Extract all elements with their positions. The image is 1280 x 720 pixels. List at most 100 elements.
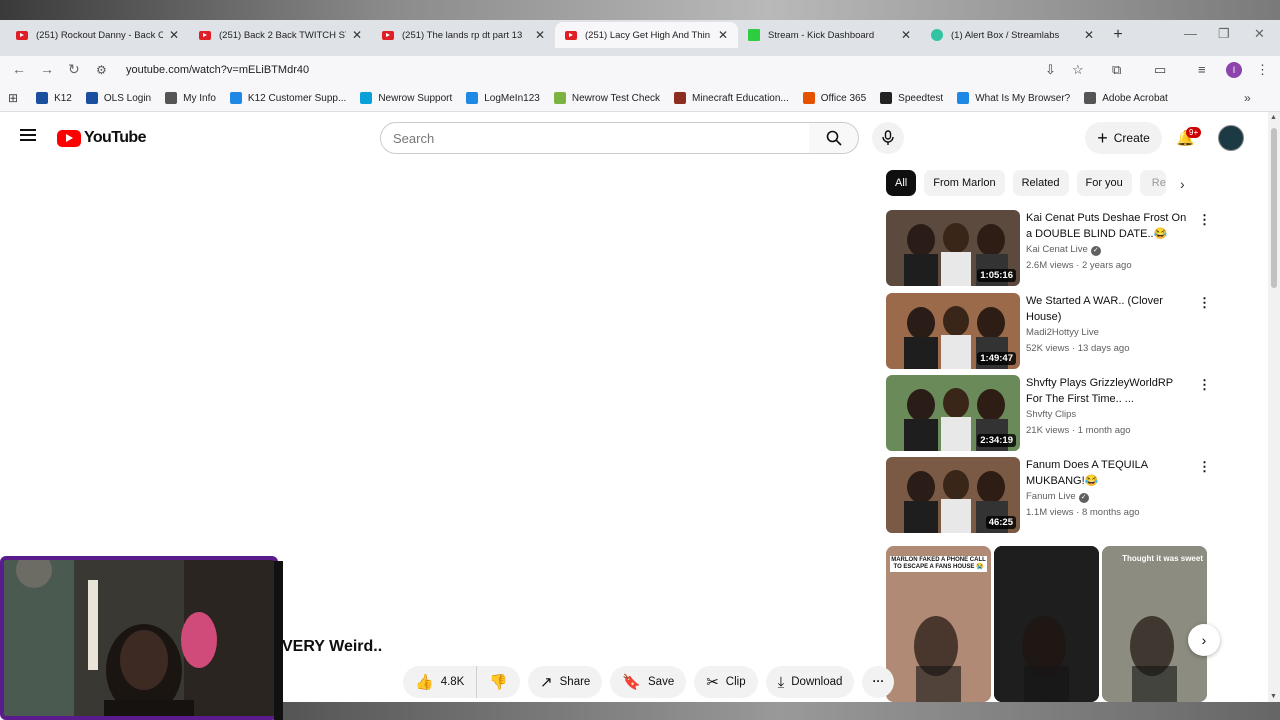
video-thumbnail[interactable]: 1:49:47 xyxy=(886,293,1020,369)
video-title-link[interactable]: Fanum Does A TEQUILA MUKBANG!😂 xyxy=(1026,457,1192,489)
channel-name[interactable]: Madi2Hottyy Live xyxy=(1026,327,1099,338)
tab-1[interactable]: (251) Back 2 Back TWITCH ST ✕ xyxy=(189,22,372,48)
url-text: youtube.com/watch?v=mELiBTMdr40 xyxy=(126,64,310,76)
tab-2[interactable]: (251) The lands rp dt part 13 ✕ xyxy=(372,22,555,48)
recommended-video[interactable]: 46:25 Fanum Does A TEQUILA MUKBANG!😂 Fanum… xyxy=(886,457,1211,533)
tab-4[interactable]: Stream - Kick Dashboard ✕ xyxy=(738,22,921,48)
filter-chip[interactable]: All xyxy=(886,170,917,196)
share-button[interactable]: ↗ Share xyxy=(528,666,603,698)
scroll-down-arrow-icon[interactable]: ▼ xyxy=(1270,693,1277,700)
download-label: Download xyxy=(791,676,843,688)
tab-close-icon[interactable]: ✕ xyxy=(169,28,179,42)
scrollbar-thumb[interactable] xyxy=(1271,128,1277,288)
video-thumbnail[interactable]: 1:05:16 xyxy=(886,210,1020,286)
bookmark-item[interactable]: K12 xyxy=(36,92,72,104)
scissors-icon: ✂ xyxy=(706,674,719,691)
recommended-video[interactable]: 2:34:19 Shvfty Plays GrizzleyWorldRP For … xyxy=(886,375,1211,451)
voice-search-button[interactable] xyxy=(872,122,904,154)
youtube-header: YouTube Search + Create 🔔 9+ xyxy=(0,112,1268,164)
search-button[interactable] xyxy=(809,122,859,154)
search-placeholder: Search xyxy=(393,130,435,146)
back-icon[interactable]: ← xyxy=(12,61,26,77)
bookmark-item[interactable]: Speedtest xyxy=(880,92,943,104)
profile-avatar[interactable]: I xyxy=(1226,62,1242,78)
extensions-icon[interactable]: ⧉ xyxy=(1112,62,1121,78)
youtube-logo[interactable]: YouTube xyxy=(57,129,146,147)
bookmark-item[interactable]: Newrow Test Check xyxy=(553,92,660,104)
channel-name[interactable]: Shvfty Clips xyxy=(1026,409,1076,420)
page-scrollbar[interactable]: ▲ ▼ xyxy=(1268,112,1280,702)
save-button[interactable]: 🔖 Save xyxy=(610,666,687,698)
reload-icon[interactable]: ↻ xyxy=(68,61,80,78)
bookmark-item[interactable]: LogMeIn123 xyxy=(466,92,540,104)
tab-5[interactable]: (1) Alert Box / Streamlabs ✕ xyxy=(921,22,1104,48)
search-icon xyxy=(826,130,842,146)
filter-chip[interactable]: Related xyxy=(1012,170,1069,196)
bookmark-star-icon[interactable]: ☆ xyxy=(1072,62,1084,78)
more-actions-button[interactable]: ··· xyxy=(862,666,895,698)
video-meta: 52K views · 13 days ago xyxy=(1026,343,1130,354)
filter-chip[interactable]: From Marlon xyxy=(924,170,1005,196)
bookmarks-overflow-icon[interactable]: » xyxy=(1244,91,1251,105)
bookmark-item[interactable]: My Info xyxy=(165,92,216,104)
video-meta: 1.1M views · 8 months ago xyxy=(1026,507,1140,518)
bookmark-item[interactable]: Minecraft Education... xyxy=(674,92,789,104)
apps-grid-icon[interactable]: ⊞ xyxy=(8,91,18,105)
new-tab-icon[interactable]: + xyxy=(1104,22,1132,48)
chips-next-chevron-icon[interactable]: › xyxy=(1180,176,1185,192)
video-thumbnail[interactable]: 2:34:19 xyxy=(886,375,1020,451)
download-button[interactable]: ⤓ Download xyxy=(765,666,855,698)
video-title-link[interactable]: Kai Cenat Puts Deshae Frost On a DOUBLE … xyxy=(1026,210,1192,242)
dislike-button[interactable]: 👎 xyxy=(477,666,521,698)
recommended-video[interactable]: 1:05:16 Kai Cenat Puts Deshae Frost On a … xyxy=(886,210,1211,286)
more-options-icon[interactable]: ⋮ xyxy=(1198,295,1211,311)
close-window-icon[interactable]: ✕ xyxy=(1254,26,1265,42)
browser-menu-icon[interactable]: ⋮ xyxy=(1256,62,1269,78)
video-thumbnail[interactable]: 46:25 xyxy=(886,457,1020,533)
bookmark-item[interactable]: Office 365 xyxy=(802,92,866,104)
media-controls-icon[interactable]: ≡ xyxy=(1198,62,1206,77)
bookmark-item[interactable]: What Is My Browser? xyxy=(957,92,1070,104)
tab-close-icon[interactable]: ✕ xyxy=(535,28,545,42)
like-button[interactable]: 👍 4.8K xyxy=(403,666,478,698)
recommended-video[interactable]: 1:49:47 We Started A WAR.. (Clover House)… xyxy=(886,293,1211,369)
tab-close-icon[interactable]: ✕ xyxy=(901,28,911,42)
tab-0[interactable]: (251) Rockout Danny - Back C ✕ xyxy=(6,22,189,48)
channel-name[interactable]: Kai Cenat Live xyxy=(1026,244,1088,255)
shorts-next-button[interactable]: › xyxy=(1188,624,1220,656)
short-card[interactable]: Thought it was sweet xyxy=(1102,546,1207,702)
search-input[interactable]: Search xyxy=(380,122,810,154)
forward-icon[interactable]: → xyxy=(40,61,54,77)
install-app-icon[interactable]: ⇩ xyxy=(1045,62,1056,78)
account-avatar[interactable] xyxy=(1218,125,1244,151)
video-info: Fanum Does A TEQUILA MUKBANG!😂 Fanum Live… xyxy=(1020,457,1192,533)
create-label: Create xyxy=(1113,131,1150,145)
more-options-icon[interactable]: ⋮ xyxy=(1198,212,1211,228)
tab-close-icon[interactable]: ✕ xyxy=(352,28,362,42)
video-title-link[interactable]: Shvfty Plays GrizzleyWorldRP For The Fir… xyxy=(1026,375,1192,407)
bookmark-item[interactable]: Newrow Support xyxy=(360,92,452,104)
bookmark-item[interactable]: OLS Login xyxy=(85,92,151,104)
cast-icon[interactable]: ▭ xyxy=(1154,62,1166,78)
hamburger-menu-icon[interactable] xyxy=(20,129,36,141)
more-options-icon[interactable]: ⋮ xyxy=(1198,377,1211,393)
channel-name[interactable]: Fanum Live xyxy=(1026,491,1076,502)
scroll-up-arrow-icon[interactable]: ▲ xyxy=(1270,114,1277,121)
more-options-icon[interactable]: ⋮ xyxy=(1198,459,1211,475)
short-card[interactable] xyxy=(994,546,1099,702)
create-button[interactable]: + Create xyxy=(1085,122,1162,154)
address-bar[interactable]: ⚙ youtube.com/watch?v=mELiBTMdr40 xyxy=(96,56,1096,84)
thumbs-down-icon: 👎 xyxy=(489,674,509,691)
restore-icon[interactable]: ❐ xyxy=(1218,26,1230,42)
video-title-link[interactable]: We Started A WAR.. (Clover House) xyxy=(1026,293,1192,325)
tab-close-icon[interactable]: ✕ xyxy=(1084,28,1094,42)
filter-chip[interactable]: For you xyxy=(1076,170,1132,196)
tab-3[interactable]: (251) Lacy Get High And Thin ✕ xyxy=(555,22,738,48)
site-info-icon[interactable]: ⚙ xyxy=(96,63,116,77)
clip-button[interactable]: ✂ Clip xyxy=(694,666,758,698)
tab-close-icon[interactable]: ✕ xyxy=(718,28,728,42)
bookmark-item[interactable]: Adobe Acrobat xyxy=(1084,92,1168,104)
minimize-icon[interactable]: — xyxy=(1184,26,1197,41)
filter-chip[interactable]: Re xyxy=(1139,170,1166,196)
bookmark-item[interactable]: K12 Customer Supp... xyxy=(229,92,346,104)
